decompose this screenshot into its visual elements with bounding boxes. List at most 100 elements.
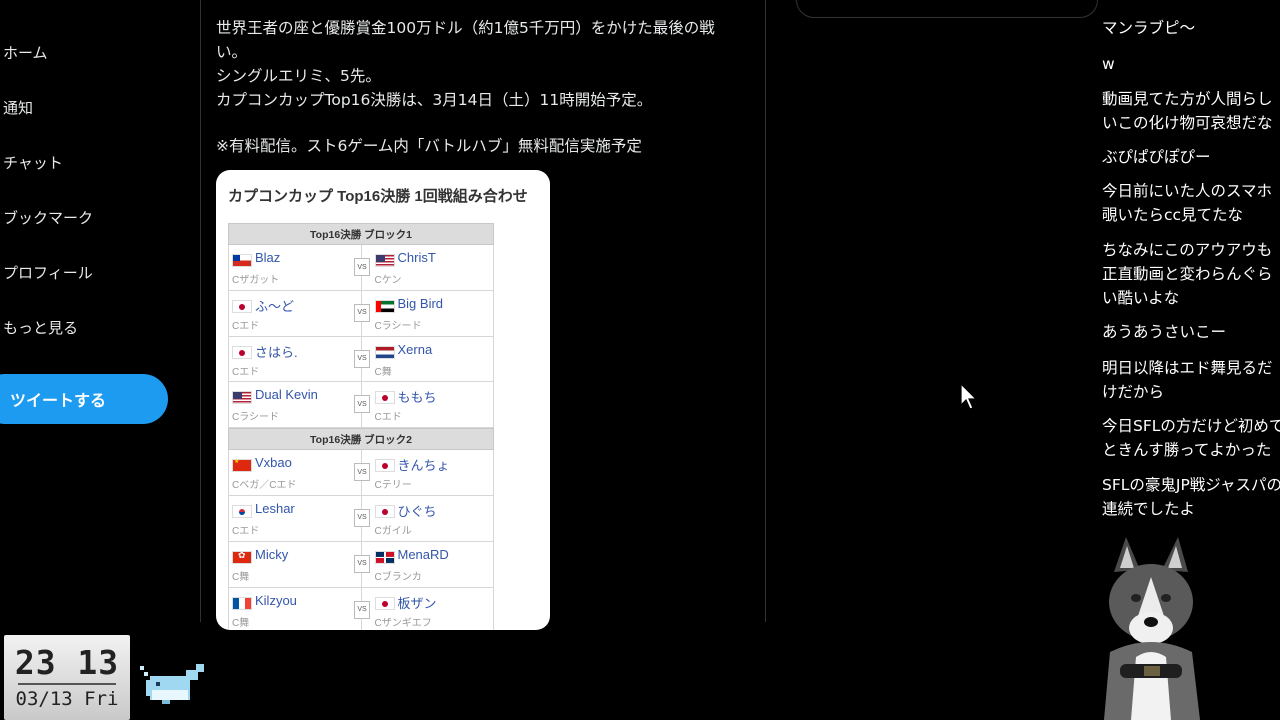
column-divider [765,0,766,622]
flag-icon [232,391,252,405]
player-name[interactable]: ももち [398,387,437,406]
player-name[interactable]: ひぐち [398,501,437,520]
chat-message: 今日前にいた人のスマホ 覗いたらcc見てたな [1102,182,1273,224]
bracket-block-header: Top16決勝 ブロック2 [228,428,494,451]
tweet-line: シングルエリミ、5先。 [216,67,381,85]
vs-badge: VS [354,258,370,276]
nav-item-notifications[interactable]: 通知 [3,97,33,118]
sidebar-nav: ホーム 通知 チャット ブックマーク プロフィール もっと見る ツイートする [0,0,200,622]
chat-comments: マンラブピ～ w 動画見てた方が人間らし いこの化け物可哀想だな ぶぴぱぴぽぴー… [1096,0,1280,530]
player-name[interactable]: Vxbao [255,455,292,470]
bracket-match-row: Kilzyou C舞 板ザン Cザンギエフ VS [228,587,494,630]
clock-time: 23 13 [14,643,120,682]
bracket-match-row: Vxbao Cベガ／Cエド きんちょ Cテリー VS [228,450,494,496]
vs-badge: VS [354,395,370,414]
chat-message: SFLの豪鬼JP戦ジャスパの 連続でしたよ [1102,476,1280,518]
chat-message: w [1102,55,1115,73]
player-character: Cザンギエフ [374,617,432,629]
flag-icon [232,550,252,564]
player-name[interactable]: Xerna [398,342,433,357]
vs-badge: VS [354,303,370,322]
flag-icon [232,596,252,610]
tweet-line: 世界王者の座と優勝賞金100万ドル（約1億5千万円）をかけた最後の戦 [216,19,715,37]
player-character: Cテリー [374,480,412,492]
player-name[interactable]: Kilzyou [255,593,297,608]
player-character: Cブランカ [374,571,422,583]
flag-icon [374,596,395,610]
vs-badge: VS [354,508,370,527]
whale-pixel-icon [140,664,204,704]
tweet-line: カプコンカップTop16決勝は、3月14日（土）11時開始予定。 [216,91,653,109]
player-character: Cケン [374,275,402,286]
chat-message: マンラブピ～ [1102,19,1196,37]
flag-icon [374,254,395,267]
bracket-player: Vxbao Cベガ／Cエド [229,450,362,495]
chat-message: あうあうさいこー [1102,323,1227,341]
player-character: Cガイル [374,525,412,537]
bracket-player: ChrisT Cケン [362,245,494,290]
player-character: Cベガ／Cエド [232,480,297,492]
bracket-player: ひぐち Cガイル [362,496,494,541]
vs-badge: VS [354,463,370,482]
bracket-player: Micky C舞 [229,541,362,587]
bracket-match-row: Micky C舞 MenaRD Cブランカ VS [228,541,494,588]
player-name[interactable]: Big Bird [398,296,444,311]
tweet-line: い。 [216,43,248,61]
chat-message: ちなみにこのアウアウも 正直動画と変わらんぐら い酷いよな [1102,241,1273,307]
flag-icon [232,345,252,359]
nav-item-bookmarks[interactable]: ブックマーク [3,207,93,228]
flag-icon [232,504,252,518]
flag-icon [374,504,395,518]
bracket-player: Kilzyou C舞 [229,587,362,630]
player-character: C舞 [232,571,250,583]
vs-badge: VS [354,600,370,619]
bracket-player: MenaRD Cブランカ [362,542,494,587]
chat-message: 今日SFLの方だけど初めて ときんす勝ってよかった [1102,417,1280,459]
player-character: C舞 [232,617,250,629]
player-character: Cエド [374,412,402,424]
player-name[interactable]: さはら. [255,342,298,361]
tweet-button[interactable]: ツイートする [0,374,168,424]
flag-icon [374,299,395,313]
nav-item-chat[interactable]: チャット [3,152,63,173]
bracket-table: Top16決勝 ブロック1 Blaz Cザガット ChrisT Cケン VS ふ～ど Cエド B… [228,223,494,630]
player-name[interactable]: Leshar [255,501,295,516]
player-character: Cエド [232,320,260,332]
tweet-body: 世界王者の座と優勝賞金100万ドル（約1億5千万円）をかけた最後の戦 い。 シン… [216,16,746,112]
nav-item-home[interactable]: ホーム [3,42,48,63]
bracket-player: Xerna C舞 [362,337,494,382]
nav-item-more[interactable]: もっと見る [3,317,78,338]
search-box[interactable] [796,0,1098,18]
player-name[interactable]: ふ～ど [255,296,294,315]
player-name[interactable]: Micky [255,547,288,562]
bracket-player: さはら. Cエド [229,336,362,382]
player-name[interactable]: 板ザン [398,593,437,612]
vs-badge: VS [354,554,370,573]
player-name[interactable]: Blaz [255,250,280,265]
player-name[interactable]: きんちょ [398,455,450,474]
bracket-match-row: Leshar Cエド ひぐち Cガイル VS [228,495,494,542]
clock-widget: 23 13 03/13 Fri [4,635,130,720]
flag-icon [374,550,395,564]
clock-divider [18,683,116,685]
flag-icon [374,345,395,359]
player-character: Cエド [232,525,260,537]
vs-badge: VS [354,349,370,368]
bracket-player: ももち Cエド [362,382,494,427]
bracket-player: 板ザン Cザンギエフ [362,588,494,630]
tweet-image-bracket[interactable]: カプコンカップ Top16決勝 1回戦組み合わせ Top16決勝 ブロック1 Bl… [216,170,550,630]
nav-item-profile[interactable]: プロフィール [3,262,93,283]
player-character: Cエド [232,366,260,378]
flag-icon [232,254,252,267]
clock-date: 03/13 Fri [15,688,119,710]
player-name[interactable]: ChrisT [398,250,436,265]
column-divider [200,0,201,622]
player-name[interactable]: Dual Kevin [255,387,318,402]
bracket-player: Dual Kevin Cラシード [229,382,362,428]
bracket-player: Leshar Cエド [229,495,362,541]
flag-icon [374,391,395,405]
husky-avatar [1104,537,1200,720]
bracket-player: きんちょ Cテリー [362,450,494,495]
player-name[interactable]: MenaRD [398,547,449,562]
bracket-match-row: さはら. Cエド Xerna C舞 VS [228,336,494,383]
